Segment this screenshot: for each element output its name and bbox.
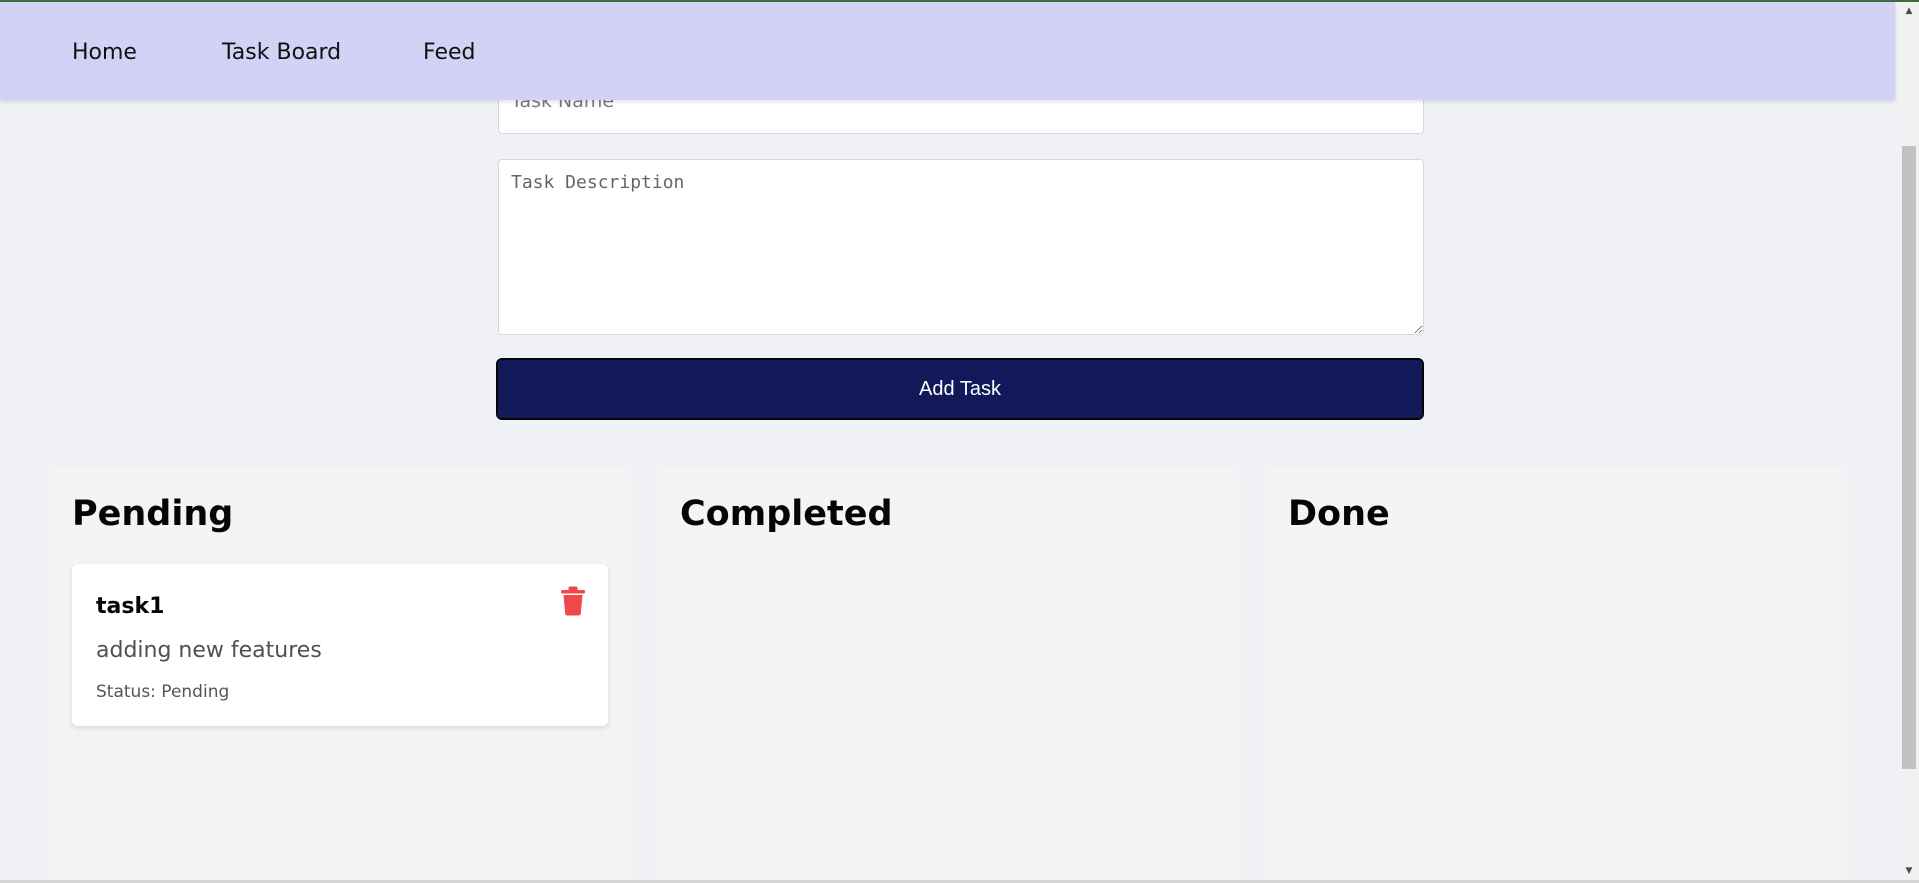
task-description-input[interactable] bbox=[498, 159, 1424, 335]
top-navbar: Home Task Board Feed bbox=[0, 2, 1895, 100]
task-card[interactable]: task1 adding new features Status: Pendin… bbox=[72, 564, 608, 726]
chevron-down-icon[interactable]: ▼ bbox=[1899, 862, 1919, 880]
task-status: Status: Pending bbox=[96, 682, 230, 702]
add-task-button[interactable]: Add Task bbox=[496, 358, 1424, 420]
completed-column: Completed bbox=[656, 466, 1240, 880]
page-viewport: Home Task Board Feed Add Task Pending ta… bbox=[0, 2, 1899, 880]
pending-column: Pending task1 adding new features Status… bbox=[48, 466, 632, 880]
window-top-border bbox=[0, 0, 1919, 2]
pending-column-title: Pending bbox=[72, 494, 234, 534]
done-column-title: Done bbox=[1288, 494, 1390, 534]
nav-feed-link[interactable]: Feed bbox=[423, 40, 476, 65]
completed-column-title: Completed bbox=[680, 494, 893, 534]
task-title: task1 bbox=[96, 594, 165, 619]
done-column: Done bbox=[1264, 466, 1848, 880]
chevron-up-icon[interactable]: ▲ bbox=[1899, 2, 1919, 20]
trash-icon[interactable] bbox=[560, 586, 586, 616]
vertical-scrollbar[interactable]: ▲ ▼ bbox=[1899, 2, 1919, 880]
nav-task-board-link[interactable]: Task Board bbox=[222, 40, 341, 65]
task-description: adding new features bbox=[96, 638, 322, 663]
scrollbar-thumb[interactable] bbox=[1902, 146, 1916, 769]
nav-home-link[interactable]: Home bbox=[72, 40, 137, 65]
